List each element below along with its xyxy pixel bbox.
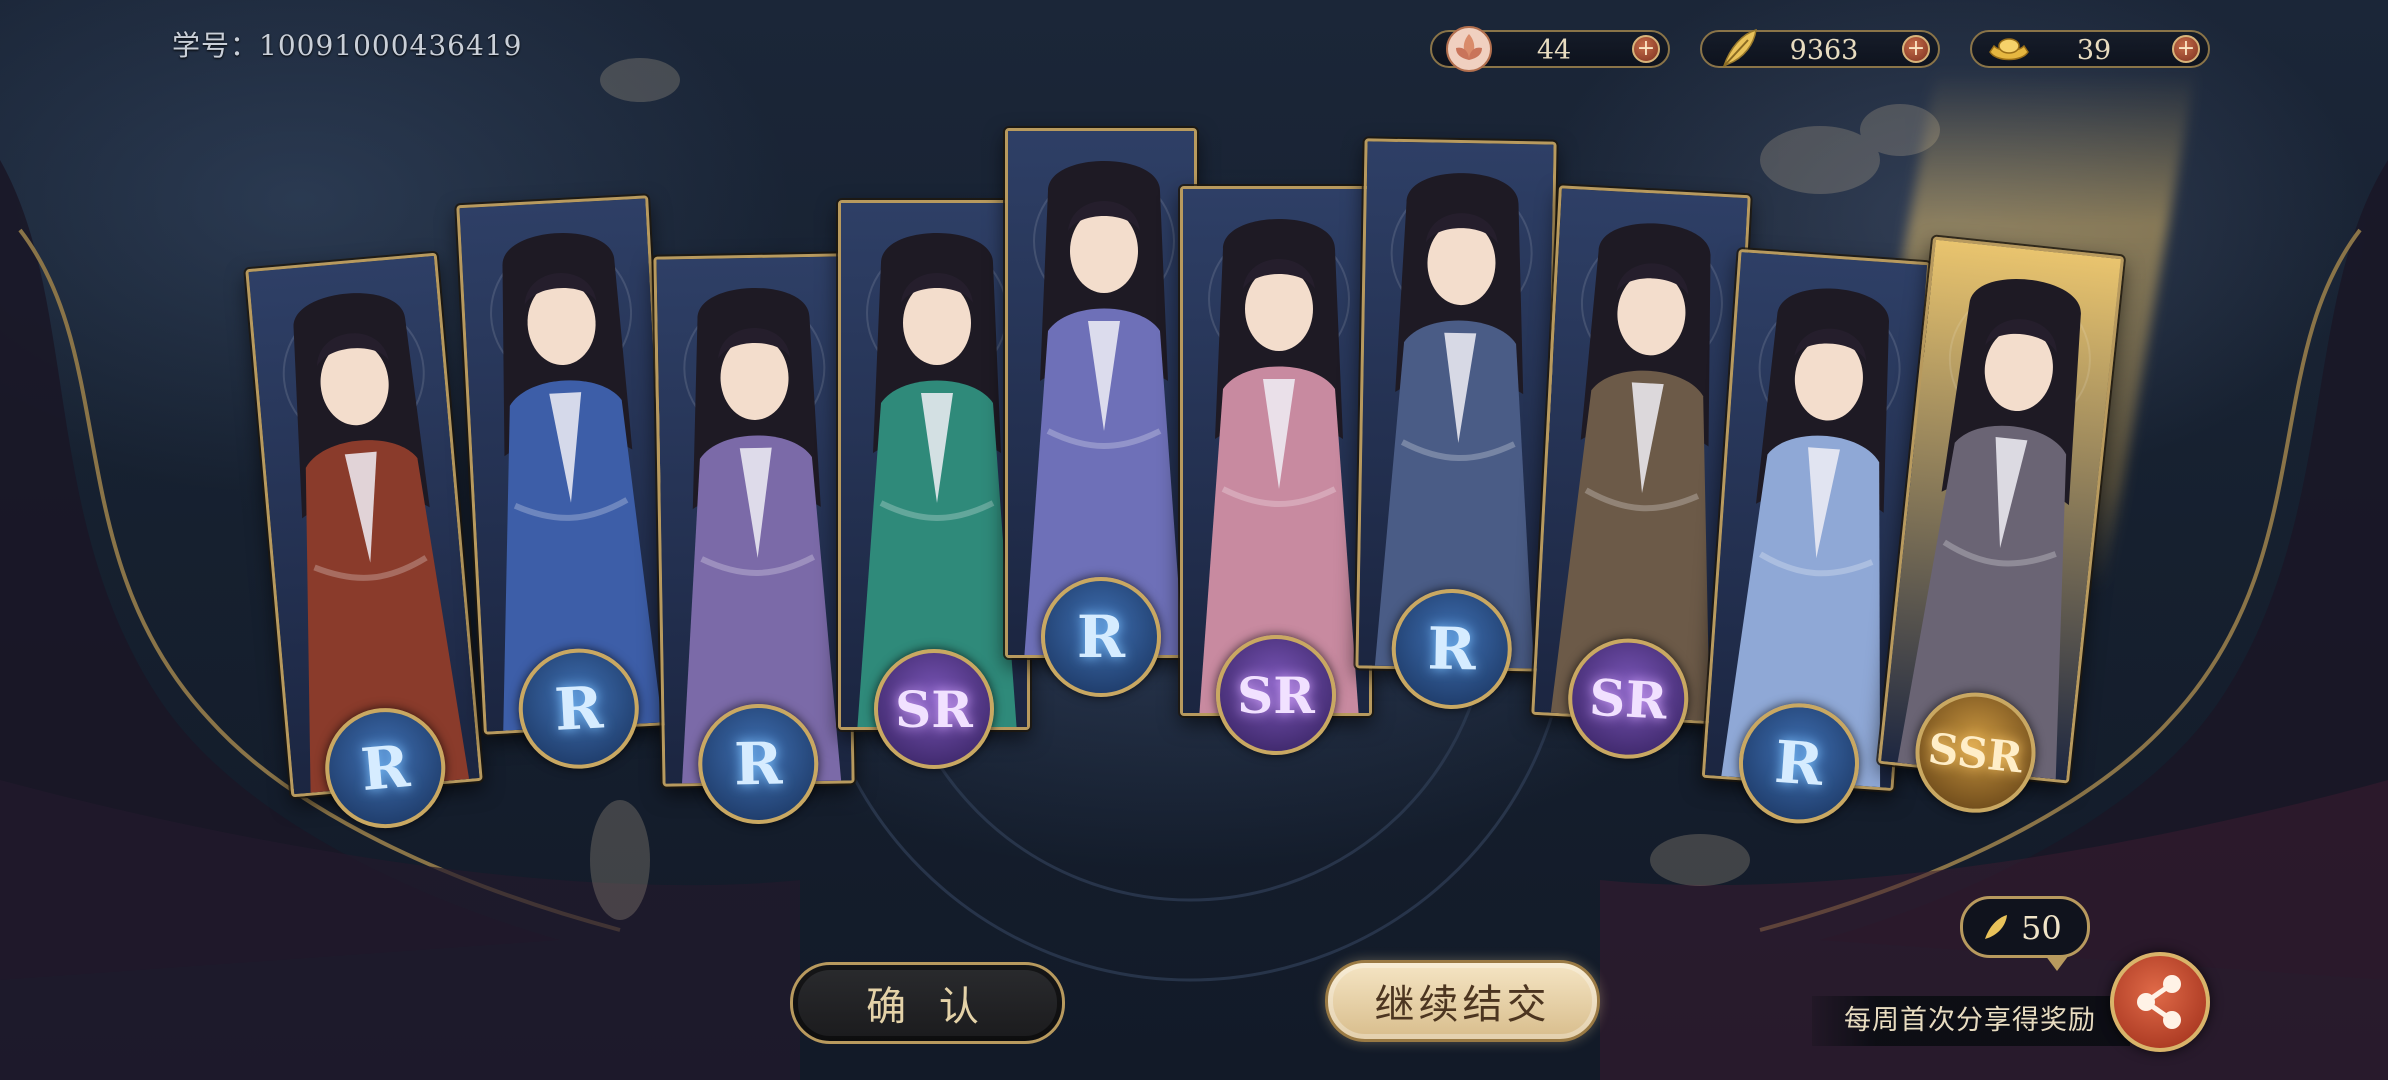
feather-icon <box>1722 28 1757 68</box>
bubble-tail <box>2045 955 2069 971</box>
add-gold-button[interactable]: + <box>2172 35 2200 63</box>
character-card-7[interactable]: R <box>1355 138 1557 711</box>
currency-feather-value: 9363 <box>1789 35 1859 66</box>
rarity-badge: R <box>1041 577 1161 697</box>
rarity-label: SR <box>1587 667 1669 731</box>
rarity-label: R <box>1772 727 1826 800</box>
currency-feather: 9363 + <box>1700 28 1940 68</box>
character-card-3[interactable]: R <box>653 253 855 826</box>
rarity-badge: SR <box>874 649 994 769</box>
character-card-2[interactable]: R <box>456 195 676 772</box>
character-card-6[interactable]: SR <box>1180 186 1372 755</box>
student-id-label: 学号：10091000436419 <box>172 29 523 62</box>
character-card-4[interactable]: SR <box>838 200 1030 769</box>
rarity-badge: SR <box>1216 635 1336 755</box>
rarity-label: R <box>733 729 783 799</box>
rarity-label: SSR <box>1925 723 2026 782</box>
share-icon <box>2137 975 2181 1029</box>
gold-ingot-icon <box>1989 38 2029 61</box>
rarity-label: R <box>552 673 605 744</box>
character-card-5[interactable]: R <box>1005 128 1197 697</box>
recruit-cost-bubble: 50 <box>1960 896 2090 971</box>
currency-lotus: 44 + <box>1430 26 1670 72</box>
recruit-cost-value: 50 <box>2021 909 2062 947</box>
rarity-label: SR <box>1237 665 1315 725</box>
feather-icon <box>1985 915 2007 939</box>
continue-recruit-button[interactable]: 继续结交 <box>1325 960 1600 1042</box>
share-reward-label: 每周首次分享得奖励 <box>1812 996 2130 1046</box>
rarity-label: R <box>1076 603 1126 671</box>
currency-gold: 39 + <box>1970 30 2210 68</box>
currency-gold-value: 39 <box>2076 35 2112 66</box>
rarity-label: R <box>358 732 413 805</box>
share-button[interactable] <box>2110 952 2210 1052</box>
rarity-label: SR <box>895 679 973 739</box>
add-feather-button[interactable]: + <box>1902 35 1930 63</box>
lotus-icon <box>1446 26 1492 72</box>
add-lotus-button[interactable]: + <box>1632 35 1660 63</box>
confirm-button[interactable]: 确 认 <box>790 962 1065 1044</box>
rarity-label: R <box>1427 614 1477 684</box>
currency-lotus-value: 44 <box>1536 35 1572 66</box>
